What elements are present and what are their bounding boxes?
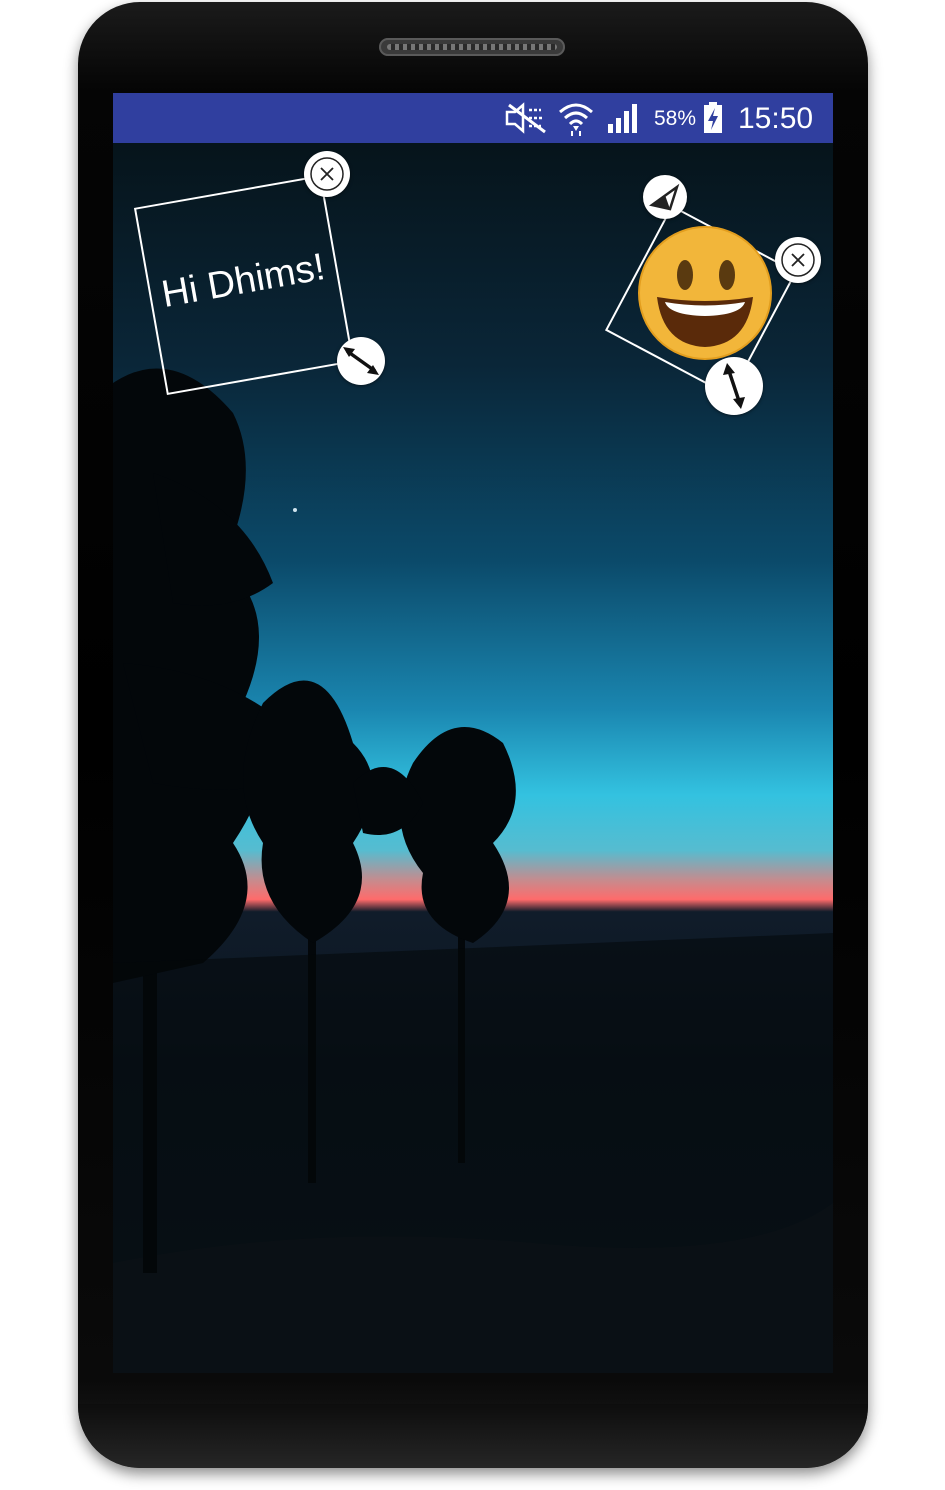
phone-chin: [78, 1404, 868, 1468]
flip-icon: [649, 183, 680, 211]
smiling-face-emoji-icon: [638, 226, 772, 360]
close-icon: [310, 157, 344, 191]
text-sticker-delete-button[interactable]: [304, 151, 350, 197]
battery-charging-icon: [704, 102, 722, 133]
signal-icon: [608, 104, 637, 133]
mute-icon: [505, 102, 546, 134]
device-screen: 58% 15:50 Hi Dhims!: [113, 93, 833, 1373]
status-bar: 58% 15:50: [113, 93, 833, 143]
emoji-sticker-resize-handle[interactable]: [705, 357, 763, 415]
text-sticker-resize-handle[interactable]: [337, 337, 385, 385]
wifi-icon: [559, 103, 593, 136]
close-icon: [781, 243, 815, 277]
status-clock: 15:50: [738, 102, 814, 135]
resize-icon: [343, 347, 379, 375]
emoji-sticker-flip-button[interactable]: [643, 175, 687, 219]
phone-speaker: [379, 38, 565, 56]
battery-percentage: 58%: [654, 107, 697, 130]
text-sticker[interactable]: Hi Dhims!: [133, 174, 355, 396]
sticker-text-label: Hi Dhims!: [158, 246, 329, 317]
emoji-sticker-delete-button[interactable]: [775, 237, 821, 283]
resize-icon: [723, 363, 745, 409]
